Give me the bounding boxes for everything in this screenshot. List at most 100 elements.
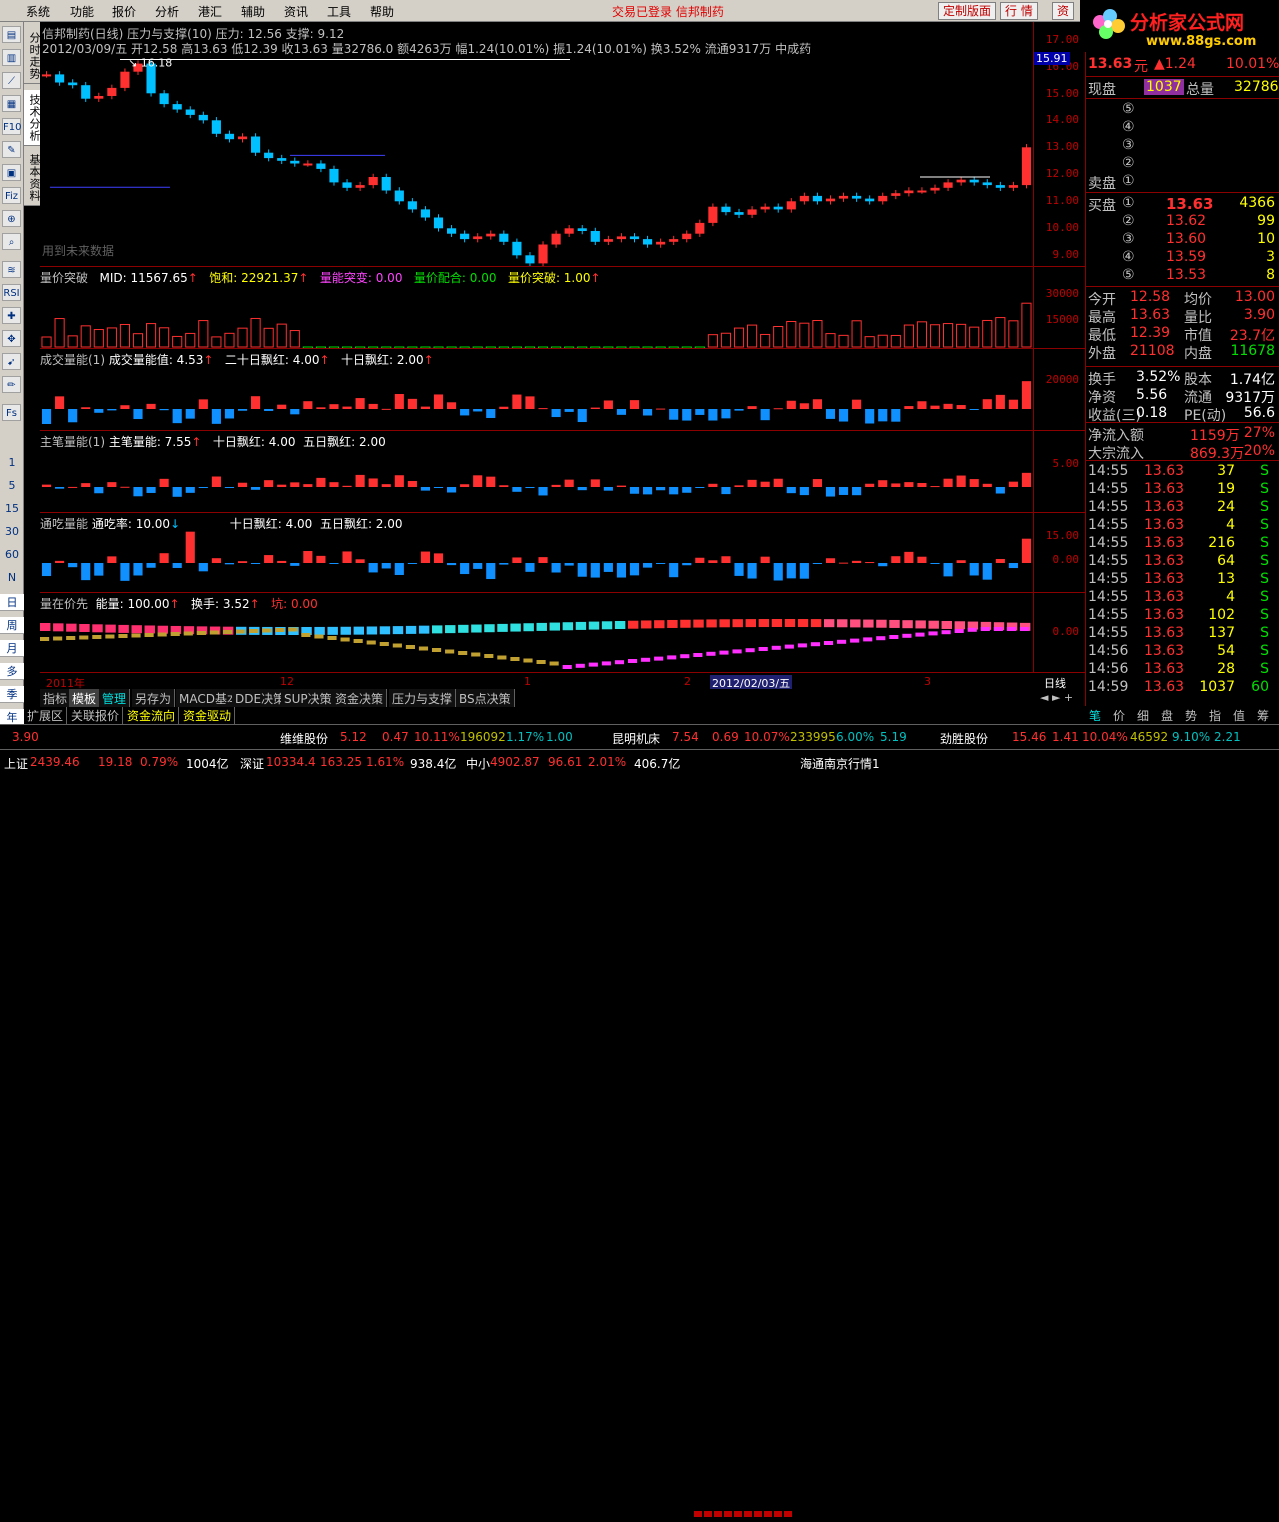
- period-4[interactable]: 60: [0, 548, 24, 561]
- alarm-icon[interactable]: ✚: [2, 307, 21, 324]
- tab-fund[interactable]: 资金决策: [332, 689, 387, 707]
- chart-area[interactable]: ↘ 16.18⇧ 9.12 信邦制药(日线) 压力与支撑(10) 压力: 12.…: [40, 22, 1085, 702]
- quote-tab-2[interactable]: 细: [1137, 707, 1149, 724]
- tab-extension[interactable]: 扩展区: [24, 707, 67, 724]
- period-9[interactable]: 多: [0, 663, 24, 680]
- svg-text:↘ 16.18: ↘ 16.18: [128, 56, 172, 69]
- period-3[interactable]: 30: [0, 525, 24, 538]
- tab-money-drive[interactable]: 资金驱动: [180, 707, 235, 724]
- bid-price-0: 13.63: [1166, 195, 1213, 213]
- bid-volume-0: 4366: [1239, 195, 1275, 211]
- notes-icon[interactable]: ✎: [2, 141, 21, 158]
- tab-bs-point[interactable]: BS点决策: [456, 689, 515, 707]
- indicator-tabs: 指标 模板 管理 另存为 MACD基本 DDE决策 SUP决策 资金决策 压力与…: [40, 689, 1085, 707]
- period-8[interactable]: 月: [0, 640, 24, 657]
- tab-money-flow[interactable]: 资金流向: [124, 707, 179, 724]
- period-10[interactable]: 季: [0, 686, 24, 703]
- news-button[interactable]: 资: [1052, 2, 1074, 20]
- price-axis: 17.00 16.00 15.00 14.00 13.00 12.00 11.0…: [1033, 22, 1085, 266]
- line-icon[interactable]: ⟋: [2, 72, 21, 89]
- price-change: ▲1.24: [1154, 56, 1196, 72]
- menu-analysis[interactable]: 分析: [155, 3, 179, 20]
- macd-icon[interactable]: ≋: [2, 261, 21, 278]
- tab-save-as[interactable]: 另存为: [132, 689, 175, 707]
- tab-technical[interactable]: 技术分析: [24, 90, 40, 146]
- left-toolbar: ▤▥⟋▦F10✎▣Fiz⊕⌕≋RSI✚✥➹✏Fs15153060N日周月多季年: [0, 22, 24, 724]
- panel-volume-leads-price: 量在价先 能量: 100.00↑ 换手: 3.52↑ 坑: 0.00: [40, 592, 1033, 672]
- ohlc-readout: 2012/03/09/五 开12.58 高13.63 低12.39 收13.63…: [42, 40, 811, 57]
- f10-icon[interactable]: F10: [2, 118, 21, 135]
- tab-fundamentals[interactable]: 基本资料: [24, 150, 40, 206]
- bid-volume-4: 8: [1266, 267, 1275, 283]
- data-source: 海通南京行情1: [800, 755, 880, 772]
- tab-indicator[interactable]: 指标: [40, 689, 71, 707]
- bid-price-4: 13.53: [1166, 267, 1206, 283]
- compass-icon[interactable]: ⊕: [2, 210, 21, 227]
- price-pct: 10.01%: [1226, 56, 1279, 72]
- quote-panel: 13.63 元 ▲1.24 10.01% 现盘 1037 总量 32786 ⑤ …: [1085, 52, 1279, 706]
- extension-tabs: 扩展区 关联报价 资金流向 资金驱动: [24, 707, 1085, 724]
- bid-price-3: 13.59: [1166, 249, 1206, 265]
- period-5[interactable]: N: [0, 571, 24, 584]
- menu-tools[interactable]: 工具: [327, 3, 351, 20]
- period-6[interactable]: 日: [0, 594, 24, 611]
- current-volume: 1037: [1144, 79, 1184, 95]
- quote-tab-4[interactable]: 势: [1185, 707, 1197, 724]
- view-tabs: 分时走势 技术分析 基本资料: [24, 22, 40, 202]
- draw-icon[interactable]: ➹: [2, 353, 21, 370]
- menu-news[interactable]: 资讯: [284, 3, 308, 20]
- bar-icon[interactable]: ▥: [2, 49, 21, 66]
- bid-price-2: 13.60: [1166, 231, 1206, 247]
- period-0[interactable]: 1: [0, 456, 24, 469]
- menu-quote[interactable]: 报价: [112, 3, 136, 20]
- custom-layout-button[interactable]: 定制版面: [938, 2, 996, 20]
- fs-icon[interactable]: Fs: [2, 404, 21, 421]
- quote-tab-7[interactable]: 筹: [1257, 707, 1269, 724]
- quote-tab-6[interactable]: 值: [1233, 707, 1245, 724]
- market-button[interactable]: 行 情: [1000, 2, 1038, 20]
- fiz-icon[interactable]: Fiz: [2, 187, 21, 204]
- panel-main-energy: 主笔量能(1) 主笔量能: 7.55↑ 十日飘红: 4.00 五日飘红: 2.0…: [40, 430, 1033, 512]
- menu-assist[interactable]: 辅助: [241, 3, 265, 20]
- panel-absorb-energy: 通吃量能 通吃率: 10.00↓ 十日飘红: 4.00 五日飘红: 2.00: [40, 512, 1033, 592]
- calc-icon[interactable]: ▣: [2, 164, 21, 181]
- quote-icon[interactable]: ▤: [2, 26, 21, 43]
- menu-help[interactable]: 帮助: [370, 3, 394, 20]
- panel-volume-energy: 成交量能(1) 成交量能值: 4.53↑ 二十日飘红: 4.00↑ 十日飘红: …: [40, 348, 1033, 430]
- progress-blocks-icon: [694, 1505, 794, 1519]
- quote-tab-1[interactable]: 价: [1113, 707, 1125, 724]
- index-status-bar: 上证 2439.46 19.18 0.79% 1004亿 深证 10334.4 …: [0, 749, 1279, 774]
- menu-hk[interactable]: 港汇: [198, 3, 222, 20]
- date-axis: 2011年 12 1 2 2012/02/03/五 3 日线: [40, 672, 1085, 689]
- period-1[interactable]: 5: [0, 479, 24, 492]
- move-icon[interactable]: ✥: [2, 330, 21, 347]
- quote-tabs: 笔价细盘势指值筹: [1085, 706, 1279, 724]
- kline-chart: ↘ 16.18⇧ 9.12: [40, 22, 1033, 266]
- quote-tab-0[interactable]: 笔: [1089, 707, 1101, 724]
- menu-system[interactable]: 系统: [26, 3, 50, 20]
- period-7[interactable]: 周: [0, 617, 24, 634]
- last-price: 13.63: [1088, 56, 1132, 72]
- rsi-icon[interactable]: RSI: [2, 284, 21, 301]
- future-data-note: 用到未来数据: [42, 242, 114, 259]
- search-icon[interactable]: ⌕: [2, 233, 21, 250]
- menu-function[interactable]: 功能: [70, 3, 94, 20]
- logo-url: www.88gs.com: [1146, 34, 1256, 49]
- quote-tab-5[interactable]: 指: [1209, 707, 1221, 724]
- quote-tab-3[interactable]: 盘: [1161, 707, 1173, 724]
- tab-template[interactable]: 模板: [69, 689, 100, 707]
- bid-price-1: 13.62: [1166, 213, 1206, 229]
- bid-volume-1: 99: [1257, 213, 1275, 229]
- grid-icon[interactable]: ▦: [2, 95, 21, 112]
- tab-manage[interactable]: 管理: [99, 689, 130, 707]
- tab-intraday[interactable]: 分时走势: [24, 28, 40, 84]
- period-2[interactable]: 15: [0, 502, 24, 515]
- tab-pressure-support[interactable]: 压力与支撑: [389, 689, 456, 707]
- panel-volume-breakout: 量价突破 MID: 11567.65↑ 饱和: 22921.37↑ 量能突变: …: [40, 266, 1033, 348]
- pen-icon[interactable]: ✏: [2, 376, 21, 393]
- bid-volume-2: 10: [1257, 231, 1275, 247]
- tab-related-quote[interactable]: 关联报价: [68, 707, 123, 724]
- watermark-logo: 分析家公式网 www.88gs.com: [1080, 0, 1279, 52]
- tab-sup[interactable]: SUP决策: [281, 689, 336, 707]
- login-status: 交易已登录 信邦制药: [612, 3, 724, 20]
